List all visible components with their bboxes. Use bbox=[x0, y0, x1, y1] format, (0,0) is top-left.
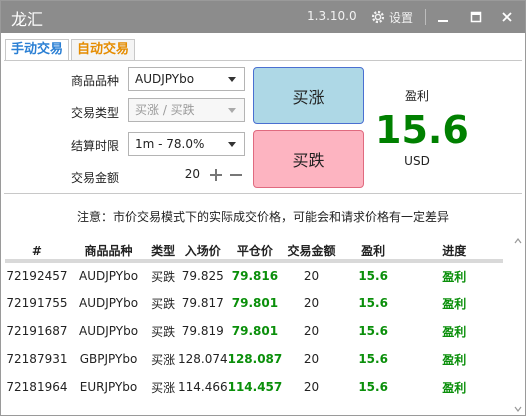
minus-icon[interactable] bbox=[228, 165, 244, 185]
order-close-price: 128.087 bbox=[227, 352, 283, 366]
chevron-down-icon bbox=[228, 108, 236, 113]
order-amount: 20 bbox=[303, 380, 320, 394]
order-entry-price: 128.074 bbox=[177, 352, 228, 366]
column-header-product: 商品品种 bbox=[68, 242, 149, 263]
order-profit: 15.6 bbox=[358, 380, 388, 394]
order-type: 买跌 bbox=[151, 296, 176, 311]
amount-input[interactable]: 20 bbox=[128, 163, 200, 187]
order-id: 72191755 bbox=[6, 296, 68, 310]
order-profit: 15.6 bbox=[358, 269, 388, 283]
tab-auto-trade[interactable]: 自动交易 bbox=[71, 39, 136, 61]
column-header-type: 类型 bbox=[148, 242, 178, 263]
column-header-amount: 交易金额 bbox=[282, 242, 341, 263]
table-row[interactable]: 72191687 AUDJPYbo 买跌 79.819 79.801 20 15… bbox=[5, 317, 503, 345]
order-type: 买涨 bbox=[151, 352, 176, 367]
product-select[interactable]: AUDJPYbo bbox=[128, 67, 245, 91]
order-product: AUDJPYbo bbox=[79, 324, 139, 338]
order-profit: 15.6 bbox=[358, 352, 388, 366]
order-close-price: 79.801 bbox=[231, 324, 279, 338]
trade-type-select[interactable]: 买涨 / 买跌 bbox=[128, 98, 245, 122]
maximize-button[interactable] bbox=[466, 7, 486, 27]
notice-text: 注意：市价交易模式下的实际成交价格，可能会和请求价格有一定差异 bbox=[76, 210, 449, 224]
order-progress: 盈利 bbox=[442, 296, 467, 311]
buy-up-button[interactable]: 买涨 bbox=[253, 67, 364, 124]
settings-button[interactable]: 设置 bbox=[370, 6, 413, 28]
table-header-row: # 商品品种 类型 入场价 平仓价 交易金额 盈利 进度 bbox=[5, 242, 503, 263]
gear-icon bbox=[371, 10, 385, 24]
title-separator bbox=[425, 9, 426, 25]
order-progress: 盈利 bbox=[442, 352, 467, 367]
order-profit: 15.6 bbox=[358, 324, 388, 338]
order-entry-price: 79.819 bbox=[181, 324, 224, 338]
trade-type-value: 买涨 / 买跌 bbox=[135, 103, 195, 117]
amount-value: 20 bbox=[184, 167, 200, 181]
order-progress: 盈利 bbox=[442, 324, 467, 339]
order-id: 72181964 bbox=[6, 380, 68, 394]
profit-unit: USD bbox=[404, 154, 430, 168]
order-close-price: 79.801 bbox=[231, 296, 279, 310]
table-scrollbar[interactable] bbox=[513, 237, 523, 413]
buy-down-button[interactable]: 买跌 bbox=[253, 130, 364, 188]
settle-value: 1m - 78.0% bbox=[135, 137, 205, 151]
tab-manual-trade[interactable]: 手动交易 bbox=[5, 39, 70, 61]
order-progress: 盈利 bbox=[442, 380, 467, 395]
settle-select[interactable]: 1m - 78.0% bbox=[128, 132, 245, 156]
version-label: 1.3.10.0 bbox=[307, 9, 357, 23]
column-header-progress: 进度 bbox=[405, 242, 503, 263]
order-id: 72187931 bbox=[6, 352, 68, 366]
order-amount: 20 bbox=[303, 352, 320, 366]
trade-type-label: 交易类型 bbox=[70, 106, 119, 120]
table-row[interactable]: 72192457 AUDJPYbo 买跌 79.825 79.816 20 15… bbox=[5, 261, 503, 289]
app-title: 龙汇 bbox=[11, 10, 44, 29]
order-amount: 20 bbox=[303, 269, 320, 283]
profit-display: 盈利 15.6 USD bbox=[375, 87, 469, 168]
order-product: AUDJPYbo bbox=[79, 296, 139, 310]
app-window: 龙汇 1.3.10.0 设置 手动交易 自动交易 商品品种 AUDJPYbo 交… bbox=[0, 0, 526, 416]
order-product: GBPJPYbo bbox=[79, 352, 138, 366]
settle-label: 结算时限 bbox=[70, 139, 119, 153]
order-product: EURJPYbo bbox=[79, 380, 138, 394]
minimize-icon bbox=[438, 20, 448, 22]
order-close-price: 79.816 bbox=[231, 269, 279, 283]
order-type: 买涨 bbox=[151, 380, 176, 395]
order-id: 72192457 bbox=[6, 269, 68, 283]
order-profit: 15.6 bbox=[358, 296, 388, 310]
order-amount: 20 bbox=[303, 296, 320, 310]
order-entry-price: 114.466 bbox=[177, 380, 228, 394]
order-id: 72191687 bbox=[6, 324, 68, 338]
product-label: 商品品种 bbox=[70, 74, 119, 88]
chevron-down-icon bbox=[228, 77, 236, 82]
table-row[interactable]: 72191755 AUDJPYbo 买跌 79.817 79.801 20 15… bbox=[5, 289, 503, 317]
maximize-icon bbox=[470, 11, 482, 23]
column-header-profit: 盈利 bbox=[340, 242, 406, 263]
minimize-button[interactable] bbox=[433, 7, 453, 27]
order-amount: 20 bbox=[303, 324, 320, 338]
close-button[interactable] bbox=[497, 7, 517, 27]
order-type: 买跌 bbox=[151, 269, 176, 284]
tab-bar: 手动交易 自动交易 bbox=[5, 39, 136, 61]
order-type: 买跌 bbox=[151, 324, 176, 339]
plus-icon[interactable] bbox=[208, 165, 224, 185]
profit-label: 盈利 bbox=[404, 89, 429, 103]
title-bar[interactable]: 龙汇 1.3.10.0 设置 bbox=[1, 1, 525, 33]
order-close-price: 114.457 bbox=[227, 380, 283, 394]
order-entry-price: 79.825 bbox=[181, 269, 224, 283]
close-icon bbox=[502, 12, 512, 22]
chevron-down-icon bbox=[228, 142, 236, 147]
amount-label: 交易金额 bbox=[70, 171, 119, 185]
column-header-id: # bbox=[5, 242, 69, 263]
product-value: AUDJPYbo bbox=[135, 72, 195, 86]
order-progress: 盈利 bbox=[442, 269, 467, 284]
table-row[interactable]: 72187931 GBPJPYbo 买涨 128.074 128.087 20 … bbox=[5, 345, 503, 373]
orders-table: # 商品品种 类型 入场价 平仓价 交易金额 盈利 进度 72192457 AU… bbox=[5, 242, 503, 401]
order-product: AUDJPYbo bbox=[79, 269, 139, 283]
column-header-entry-price: 入场价 bbox=[177, 242, 228, 263]
profit-value: 15.6 bbox=[375, 108, 469, 152]
column-header-close-price: 平仓价 bbox=[227, 242, 283, 263]
table-row[interactable]: 72181964 EURJPYbo 买涨 114.466 114.457 20 … bbox=[5, 373, 503, 401]
order-entry-price: 79.817 bbox=[181, 296, 224, 310]
settings-label: 设置 bbox=[389, 10, 414, 25]
